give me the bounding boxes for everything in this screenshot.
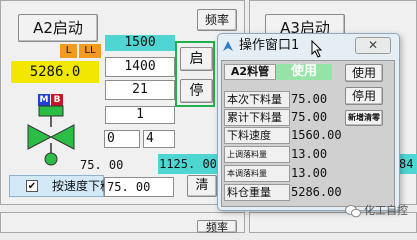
speed-mode-checkbox[interactable]: ✔ xyxy=(26,180,38,192)
speed-mode-label: 按速度下料 xyxy=(52,179,104,193)
row-label-current-fall: 本调落料量 xyxy=(224,165,290,182)
row-value-bin-weight: 5286.00 xyxy=(291,185,342,199)
disable-button[interactable]: 停用 xyxy=(345,87,383,105)
middle-stop-button[interactable]: 停 xyxy=(180,79,213,103)
alarm-badge-ll: LL xyxy=(79,44,101,58)
use-button[interactable]: 使用 xyxy=(345,64,383,82)
middle-start-button[interactable]: 启 xyxy=(180,47,213,71)
row-value-current-fall: 13.00 xyxy=(291,166,328,180)
frequency-button[interactable]: 频率 xyxy=(197,9,237,31)
pipe-status-indicator: 使用 xyxy=(276,64,332,80)
alarm-badge-l: L xyxy=(60,44,77,58)
a2-start-button[interactable]: A2启动 xyxy=(18,14,98,42)
watermark-text: 化工自控 xyxy=(364,204,408,217)
value-field-4[interactable]: 0 xyxy=(104,130,140,148)
total-value-display: 1125. 00 xyxy=(158,154,218,174)
row-label-previous-fall: 上调落料量 xyxy=(224,146,290,163)
dialog-close-button[interactable]: ✕ xyxy=(355,37,391,54)
row-label-bin-weight: 料仓重量 xyxy=(224,184,290,201)
wechat-icon xyxy=(345,204,361,218)
value-field-5[interactable]: 4 xyxy=(143,130,175,148)
row-label-current-discharge: 本次下料量 xyxy=(224,91,290,108)
value-field-1[interactable]: 1400 xyxy=(105,57,175,77)
bottom-frequency-button[interactable]: 频率 xyxy=(197,220,237,233)
row-value-previous-fall: 13.00 xyxy=(291,147,328,161)
value-field-2[interactable]: 21 xyxy=(105,80,175,100)
pipe-label: A2料管 xyxy=(224,64,276,80)
mouse-cursor-icon xyxy=(311,39,323,58)
reset-total-button[interactable]: 新增清零 xyxy=(345,110,383,126)
dialog-title: 操作窗口1 xyxy=(239,38,300,53)
row-value-current-discharge: 75.00 xyxy=(291,92,328,106)
valve-icon[interactable] xyxy=(25,105,80,167)
row-label-discharge-speed: 下料速度 xyxy=(224,127,290,144)
a3-side-value: 84 xyxy=(399,154,417,174)
value-field-3[interactable]: 1 xyxy=(105,106,175,124)
setpoint-display: 1500 xyxy=(105,35,175,51)
dialog-app-icon xyxy=(222,40,234,52)
clear-button[interactable]: 清 xyxy=(187,175,217,197)
row-label-total-discharge: 累计下料量 xyxy=(224,109,290,126)
bin-weight-display: 5286.0 xyxy=(11,61,99,83)
discharge-value: 75. 00 xyxy=(80,158,124,172)
speed-value-field[interactable]: 75. 00 xyxy=(104,177,174,197)
row-value-total-discharge: 75.00 xyxy=(291,110,328,124)
row-value-discharge-speed: 1560.00 xyxy=(291,128,342,142)
